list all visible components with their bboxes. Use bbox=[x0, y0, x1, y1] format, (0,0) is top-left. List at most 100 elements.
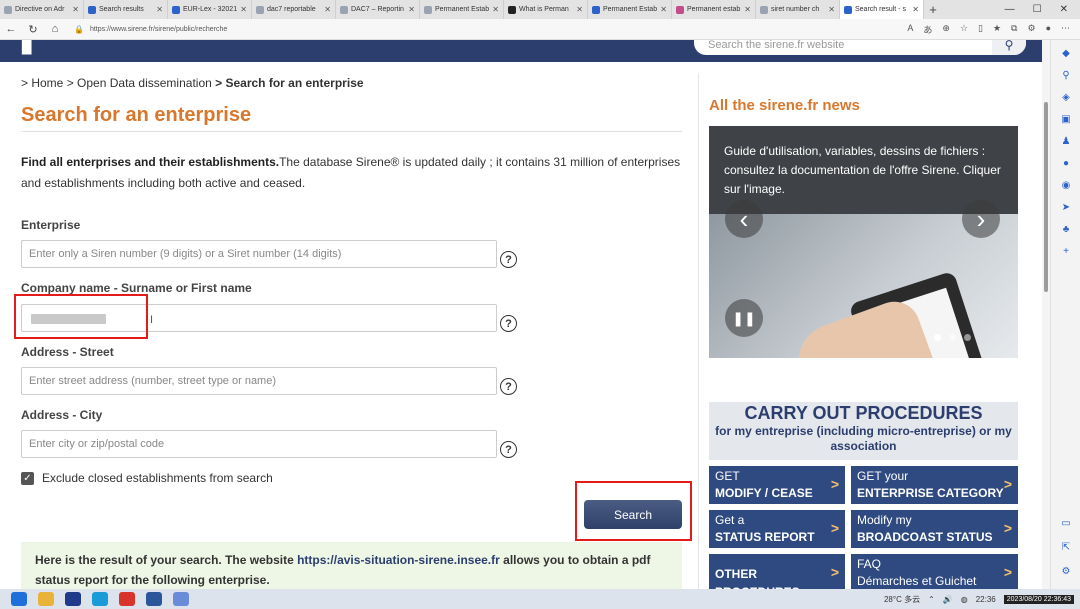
breadcrumb-open-data[interactable]: > Open Data dissemination bbox=[67, 76, 212, 90]
photos-icon[interactable] bbox=[65, 592, 81, 606]
avis-situation-link[interactable]: https://avis-situation-sirene.insee.fr bbox=[297, 553, 500, 567]
volume-icon[interactable]: 🔊 bbox=[943, 595, 953, 604]
tab-favicon-icon bbox=[172, 5, 180, 14]
start-icon[interactable] bbox=[11, 592, 27, 606]
tab-close-icon[interactable]: ✕ bbox=[828, 5, 835, 14]
street-input[interactable]: Enter street address (number, street typ… bbox=[21, 367, 497, 395]
search-icon[interactable]: ⚲ bbox=[992, 40, 1026, 55]
url-field[interactable]: 🔒 https://www.sirene.fr/sirene/public/re… bbox=[70, 21, 870, 37]
tray-arrow-icon[interactable]: ⌃ bbox=[928, 595, 935, 604]
zoom-icon[interactable]: ⊕ bbox=[942, 23, 950, 36]
new-tab-button[interactable]: + bbox=[924, 2, 942, 17]
tab-close-icon[interactable]: ✕ bbox=[660, 5, 667, 14]
favorites-icon[interactable]: ★ bbox=[993, 23, 1001, 36]
send-icon[interactable]: ➤ bbox=[1059, 202, 1073, 216]
browser-tab[interactable]: Directive on Adr ✕ bbox=[0, 0, 84, 19]
button-line1: GET your bbox=[857, 469, 909, 483]
collections-icon[interactable]: ⧉ bbox=[1011, 23, 1017, 36]
browser-tab[interactable]: Permanent Estab ✕ bbox=[588, 0, 672, 19]
translate-icon[interactable]: あ bbox=[923, 23, 932, 36]
clock-time[interactable]: 22:36 bbox=[976, 595, 996, 604]
browser-tab[interactable]: dac7 reportable ✕ bbox=[252, 0, 336, 19]
edge-icon[interactable] bbox=[92, 592, 108, 606]
settings-icon[interactable]: ⚙ bbox=[1059, 566, 1073, 580]
tab-label: What is Perman bbox=[519, 6, 569, 13]
get-modify-cease-button[interactable]: GET MODIFY / CEASE > bbox=[709, 466, 845, 504]
bell-icon[interactable]: ◆ bbox=[1059, 48, 1073, 62]
enterprise-help-icon[interactable]: ? bbox=[500, 251, 517, 268]
weather-text[interactable]: 28°C 多云 bbox=[884, 594, 920, 605]
scrollbar-thumb[interactable] bbox=[1044, 102, 1048, 292]
network-icon[interactable]: ◍ bbox=[961, 595, 968, 604]
faq-button[interactable]: FAQ Démarches et Guichet Unique > bbox=[851, 554, 1018, 589]
breadcrumb-home[interactable]: > Home bbox=[21, 76, 63, 90]
briefcase-icon[interactable]: ▣ bbox=[1059, 114, 1073, 128]
tab-close-icon[interactable]: ✕ bbox=[408, 5, 415, 14]
home-icon[interactable]: ⌂ bbox=[44, 23, 66, 35]
close-icon[interactable]: ✕ bbox=[1060, 4, 1068, 15]
file-explorer-icon[interactable] bbox=[38, 592, 54, 606]
site-home-icon[interactable]: ▉ bbox=[22, 40, 42, 53]
favorite-icon[interactable]: ☆ bbox=[960, 23, 968, 36]
company-name-help-icon[interactable]: ? bbox=[500, 315, 517, 332]
split-screen-icon[interactable]: ▯ bbox=[978, 23, 983, 36]
tab-close-icon[interactable]: ✕ bbox=[492, 5, 499, 14]
games-icon[interactable]: ♟ bbox=[1059, 136, 1073, 150]
status-report-button[interactable]: Get a STATUS REPORT > bbox=[709, 510, 845, 548]
extensions-icon[interactable]: ⚙ bbox=[1027, 23, 1035, 36]
profile-icon[interactable]: ● bbox=[1046, 23, 1051, 36]
window-icon[interactable]: ▭ bbox=[1059, 518, 1073, 532]
tab-close-icon[interactable]: ✕ bbox=[912, 5, 919, 14]
street-help-icon[interactable]: ? bbox=[500, 378, 517, 395]
read-aloud-icon[interactable]: A bbox=[907, 23, 913, 36]
site-search-field[interactable]: Search the sirene.fr website ⚲ bbox=[694, 40, 1026, 55]
tab-close-icon[interactable]: ✕ bbox=[240, 5, 247, 14]
minimize-icon[interactable]: — bbox=[1005, 4, 1015, 15]
city-input[interactable]: Enter city or zip/postal code bbox=[21, 430, 497, 458]
browser-tab[interactable]: EUR-Lex - 32021 ✕ bbox=[168, 0, 252, 19]
tab-close-icon[interactable]: ✕ bbox=[744, 5, 751, 14]
maximize-icon[interactable]: ☐ bbox=[1033, 4, 1042, 15]
enterprise-category-button[interactable]: GET your ENTERPRISE CATEGORY > bbox=[851, 466, 1018, 504]
carousel-pause-icon[interactable]: ❚❚ bbox=[725, 299, 763, 337]
refresh-icon[interactable]: ↻ bbox=[22, 23, 44, 36]
carousel-next-icon[interactable]: › bbox=[962, 200, 1000, 238]
wps-icon[interactable] bbox=[119, 592, 135, 606]
enterprise-input[interactable]: Enter only a Siren number (9 digits) or … bbox=[21, 240, 497, 268]
tag-icon[interactable]: ◈ bbox=[1059, 92, 1073, 106]
broadcast-status-button[interactable]: Modify my BROADCOAST STATUS > bbox=[851, 510, 1018, 548]
city-help-icon[interactable]: ? bbox=[500, 441, 517, 458]
other-procedures-button[interactable]: OTHER PROCEDURES > bbox=[709, 554, 845, 589]
news-carousel[interactable]: Guide d'utilisation, variables, dessins … bbox=[709, 126, 1018, 358]
site-search-placeholder: Search the sirene.fr website bbox=[708, 40, 845, 51]
page-scrollbar[interactable] bbox=[1042, 40, 1050, 589]
button-line2: STATUS REPORT bbox=[715, 530, 815, 544]
external-icon[interactable]: ⇱ bbox=[1059, 542, 1073, 556]
word-icon[interactable] bbox=[146, 592, 162, 606]
enterprise-label: Enterprise bbox=[21, 218, 81, 232]
search-sidebar-icon[interactable]: ⚲ bbox=[1059, 70, 1073, 84]
exclude-closed-checkbox[interactable]: ✓ bbox=[21, 472, 34, 485]
app-icon[interactable] bbox=[173, 592, 189, 606]
back-icon[interactable]: ← bbox=[0, 23, 22, 35]
office-icon[interactable]: ● bbox=[1059, 158, 1073, 172]
sirene-page: ▉ Search the sirene.fr website ⚲ > Home … bbox=[0, 40, 1050, 589]
add-icon[interactable]: + bbox=[1059, 246, 1073, 260]
outlook-icon[interactable]: ◉ bbox=[1059, 180, 1073, 194]
tab-close-icon[interactable]: ✕ bbox=[72, 5, 79, 14]
tree-icon[interactable]: ♣ bbox=[1059, 224, 1073, 238]
browser-tab[interactable]: What is Perman ✕ bbox=[504, 0, 588, 19]
browser-tab[interactable]: Permanent estab ✕ bbox=[672, 0, 756, 19]
carousel-prev-icon[interactable]: ‹ bbox=[725, 200, 763, 238]
browser-tab[interactable]: siret number ch ✕ bbox=[756, 0, 840, 19]
browser-tab[interactable]: Permanent Estab ✕ bbox=[420, 0, 504, 19]
more-icon[interactable]: ⋯ bbox=[1061, 23, 1070, 36]
tab-close-icon[interactable]: ✕ bbox=[576, 5, 583, 14]
edge-sidebar: ◆ ⚲ ◈ ▣ ♟ ● ◉ ➤ ♣ + ▭ ⇱ ⚙ bbox=[1050, 40, 1080, 589]
browser-tab[interactable]: DAC7 – Reportin ✕ bbox=[336, 0, 420, 19]
browser-tab[interactable]: Search result - s ✕ bbox=[840, 0, 924, 19]
browser-tab[interactable]: Search results ✕ bbox=[84, 0, 168, 19]
tab-favicon-icon bbox=[844, 5, 852, 14]
tab-close-icon[interactable]: ✕ bbox=[156, 5, 163, 14]
tab-close-icon[interactable]: ✕ bbox=[324, 5, 331, 14]
